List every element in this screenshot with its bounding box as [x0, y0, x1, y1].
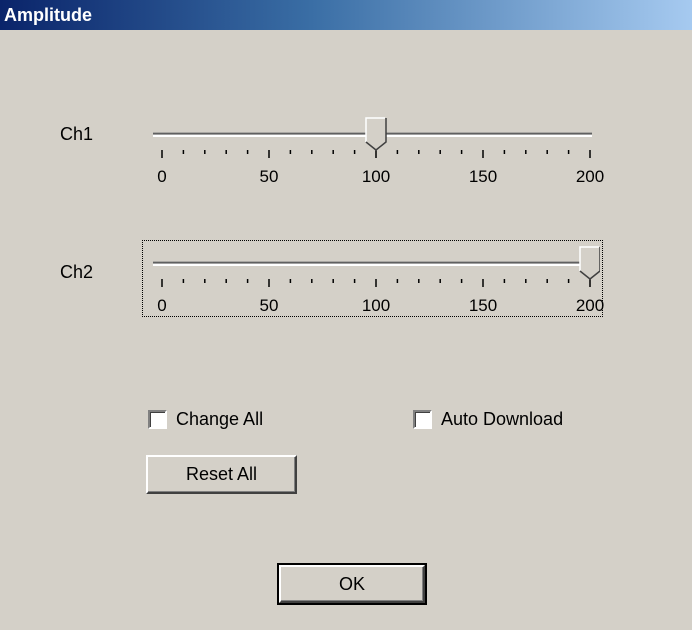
ch2-slider[interactable]: 0 50 100 150 200: [145, 241, 604, 326]
ch1-tick-label: 0: [157, 167, 167, 186]
reset-all-button-label: Reset All: [185, 464, 258, 484]
ch2-tick-label: 50: [259, 296, 279, 315]
ch2-tick-label: 200: [575, 296, 605, 315]
window-title: Amplitude: [4, 5, 92, 25]
ch1-slider[interactable]: 0 50 100 150 200: [145, 112, 604, 197]
auto-download-checkbox-row[interactable]: Auto Download: [413, 409, 563, 430]
ch1-label: Ch1: [60, 124, 94, 144]
ch2-tick-label: 150: [468, 296, 498, 315]
change-all-label: Change All: [176, 409, 264, 429]
ch1-tick-label: 50: [259, 167, 279, 186]
auto-download-label: Auto Download: [441, 409, 564, 429]
auto-download-checkbox[interactable]: [413, 410, 432, 429]
change-all-checkbox-row[interactable]: Change All: [148, 409, 263, 430]
ch2-label: Ch2: [60, 262, 94, 282]
reset-all-button[interactable]: Reset All: [146, 455, 297, 494]
ch1-tick-label: 150: [468, 167, 498, 186]
ch1-tick-label: 200: [575, 167, 605, 186]
change-all-checkbox[interactable]: [148, 410, 167, 429]
ch1-tick-label: 100: [361, 167, 391, 186]
ok-button[interactable]: OK: [279, 565, 425, 603]
ok-button-label: OK: [338, 573, 365, 594]
ch2-tick-label: 0: [157, 296, 167, 315]
title-bar: Amplitude: [0, 0, 692, 30]
amplitude-dialog: Amplitude Ch1 0 50 100 150 200 Ch2 0 50 100 150…: [0, 0, 692, 630]
ch2-tick-label: 100: [361, 296, 391, 315]
